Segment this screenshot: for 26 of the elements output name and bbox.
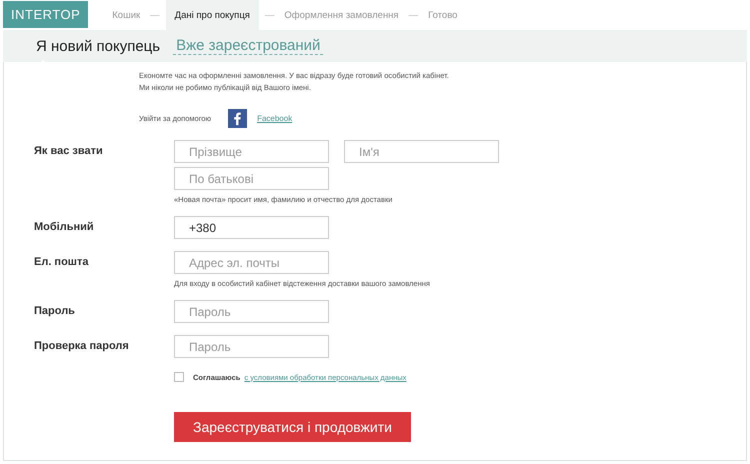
field-label: Пароль [34, 304, 76, 319]
step-separator: — [149, 8, 161, 22]
input-field[interactable]: Пароль [174, 300, 329, 323]
facebook-link[interactable]: Facebook [257, 114, 292, 123]
input-field[interactable]: Прізвище [174, 140, 329, 163]
field-label: Проверка пароля [34, 339, 130, 354]
tab[interactable]: Вже зареєстрований [173, 37, 324, 55]
step-separator: — [264, 8, 276, 22]
input-field[interactable]: Адрес эл. почты [174, 251, 329, 274]
logo[interactable]: INTERTOP [3, 1, 88, 28]
register-button[interactable]: Зареєструватися і продовжити [174, 412, 411, 442]
input-field[interactable]: Ім'я [344, 140, 499, 163]
step-separator: — [408, 8, 420, 22]
tab[interactable]: Я новий покупець [33, 38, 164, 54]
checkout-step: Дані про покупця [166, 0, 259, 30]
field-label: Як вас звати [34, 144, 104, 159]
checkbox[interactable] [174, 372, 184, 382]
input-field[interactable]: По батькові [174, 167, 329, 190]
checkout-step: Оформлення замовлення [280, 0, 403, 30]
input-field[interactable]: +380 [174, 216, 329, 239]
input-field[interactable]: Пароль [174, 335, 329, 358]
checkout-step: Кошик [108, 0, 144, 30]
checkout-step: Готово [424, 0, 462, 30]
facebook-icon[interactable] [228, 109, 248, 128]
field-label: Ел. пошта [34, 255, 90, 270]
field-label: Мобільний [34, 220, 95, 235]
